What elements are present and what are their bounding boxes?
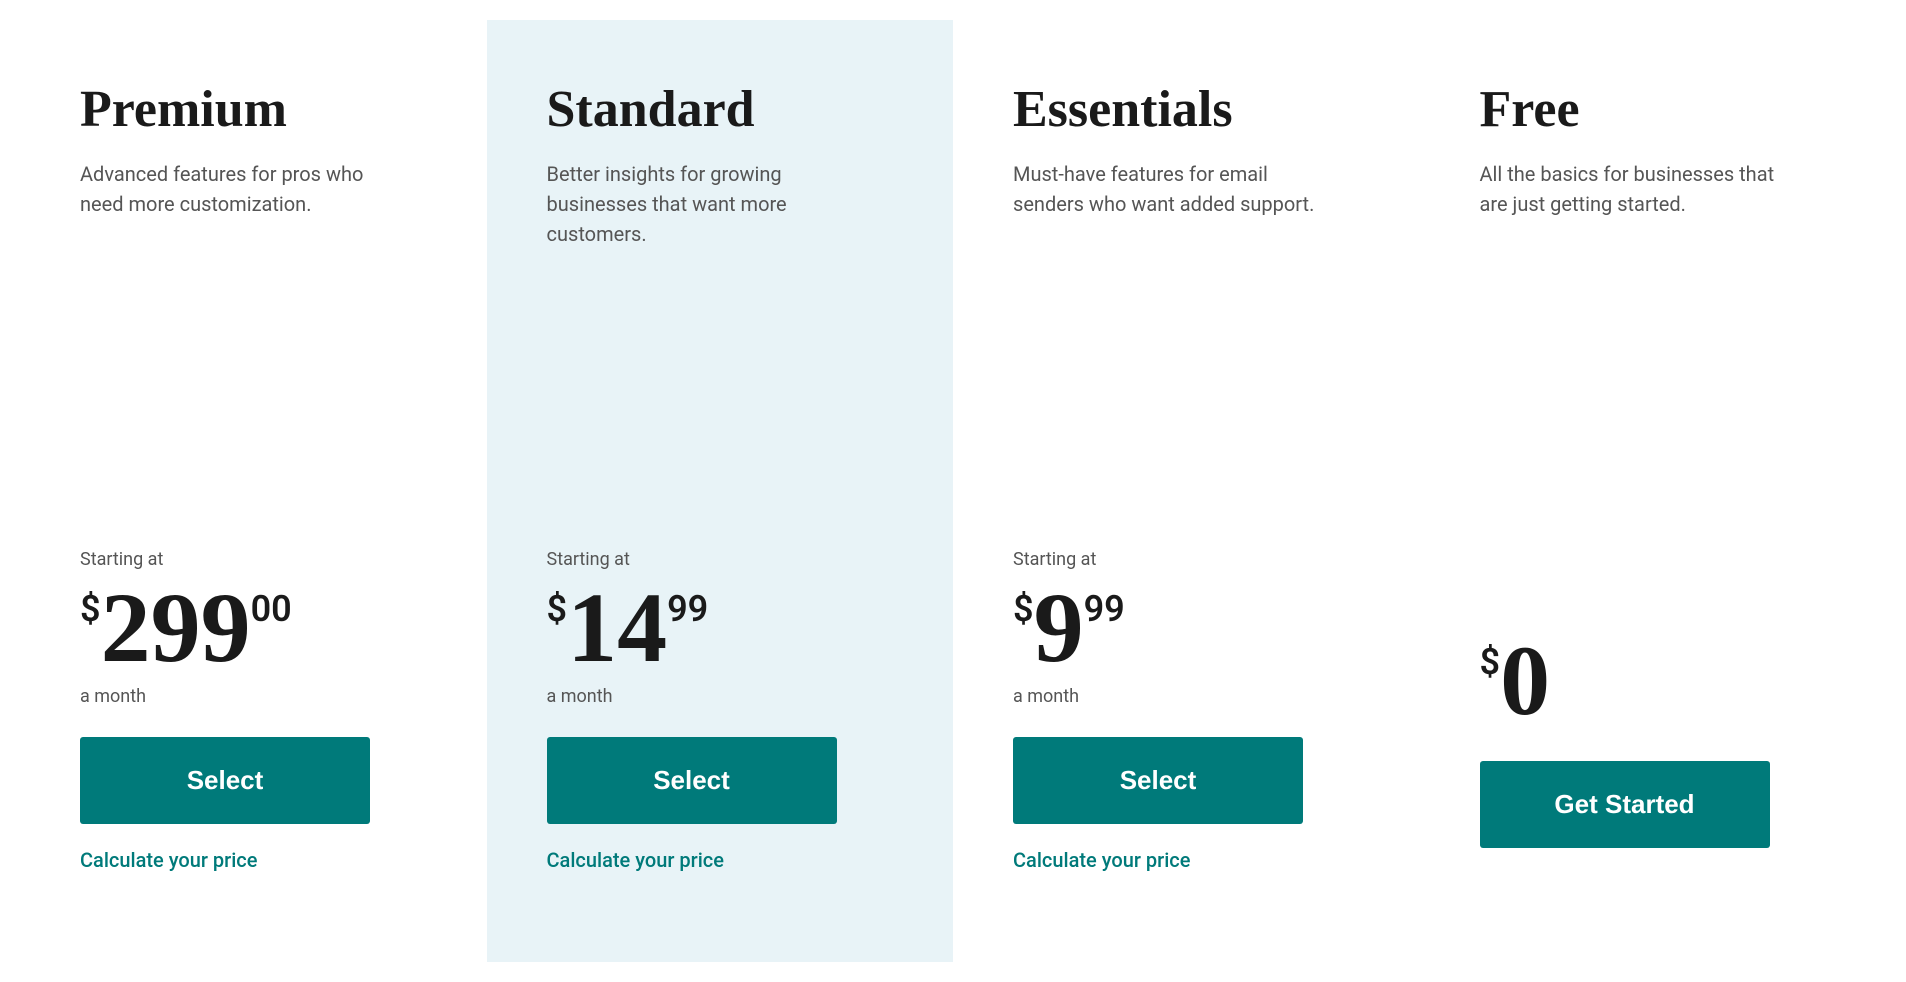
price-main-standard: 14: [567, 578, 667, 678]
select-button-standard[interactable]: Select: [547, 737, 837, 824]
plan-description-standard: Better insights for growing businesses t…: [547, 159, 867, 249]
plan-card-premium: Premium Advanced features for pros who n…: [20, 20, 487, 962]
plan-card-essentials: Essentials Must-have features for email …: [953, 20, 1420, 962]
pricing-container: Premium Advanced features for pros who n…: [20, 20, 1886, 962]
price-main-premium: 299: [101, 578, 251, 678]
plan-description-premium: Advanced features for pros who need more…: [80, 159, 400, 219]
price-dollar-essentials: $: [1013, 588, 1034, 630]
price-dollar-premium: $: [80, 588, 101, 630]
price-dollar-free: $: [1480, 641, 1501, 683]
starting-at-premium: Starting at: [80, 549, 437, 570]
price-display-standard: $ 14 99: [547, 578, 904, 678]
pricing-section-free: $ 0 Get Started: [1480, 623, 1837, 872]
price-period-standard: a month: [547, 686, 904, 707]
price-period-premium: a month: [80, 686, 437, 707]
calculate-link-essentials[interactable]: Calculate your price: [1013, 848, 1190, 872]
plan-card-free: Free All the basics for businesses that …: [1420, 20, 1887, 962]
starting-at-essentials: Starting at: [1013, 549, 1370, 570]
price-cents-essentials: 99: [1084, 588, 1125, 630]
price-display-essentials: $ 9 99: [1013, 578, 1370, 678]
pricing-section-standard: Starting at $ 14 99 a month Select Calcu…: [547, 549, 904, 872]
pricing-section-essentials: Starting at $ 9 99 a month Select Calcul…: [1013, 549, 1370, 872]
plan-name-free: Free: [1480, 80, 1837, 139]
price-period-essentials: a month: [1013, 686, 1370, 707]
plan-name-essentials: Essentials: [1013, 80, 1370, 139]
price-display-free: $ 0: [1480, 631, 1837, 731]
price-cents-standard: 99: [667, 588, 708, 630]
price-dollar-standard: $: [547, 588, 568, 630]
price-display-premium: $ 299 00: [80, 578, 437, 678]
select-button-premium[interactable]: Select: [80, 737, 370, 824]
get-started-button-free[interactable]: Get Started: [1480, 761, 1770, 848]
price-main-free: 0: [1500, 631, 1550, 731]
calculate-link-premium[interactable]: Calculate your price: [80, 848, 257, 872]
pricing-section-premium: Starting at $ 299 00 a month Select Calc…: [80, 549, 437, 872]
plan-description-essentials: Must-have features for email senders who…: [1013, 159, 1333, 219]
plan-card-standard: Standard Better insights for growing bus…: [487, 20, 954, 962]
plan-name-premium: Premium: [80, 80, 437, 139]
plan-description-free: All the basics for businesses that are j…: [1480, 159, 1800, 219]
select-button-essentials[interactable]: Select: [1013, 737, 1303, 824]
price-cents-premium: 00: [251, 588, 292, 630]
plan-name-standard: Standard: [547, 80, 904, 139]
starting-at-standard: Starting at: [547, 549, 904, 570]
price-main-essentials: 9: [1034, 578, 1084, 678]
calculate-link-standard[interactable]: Calculate your price: [547, 848, 724, 872]
